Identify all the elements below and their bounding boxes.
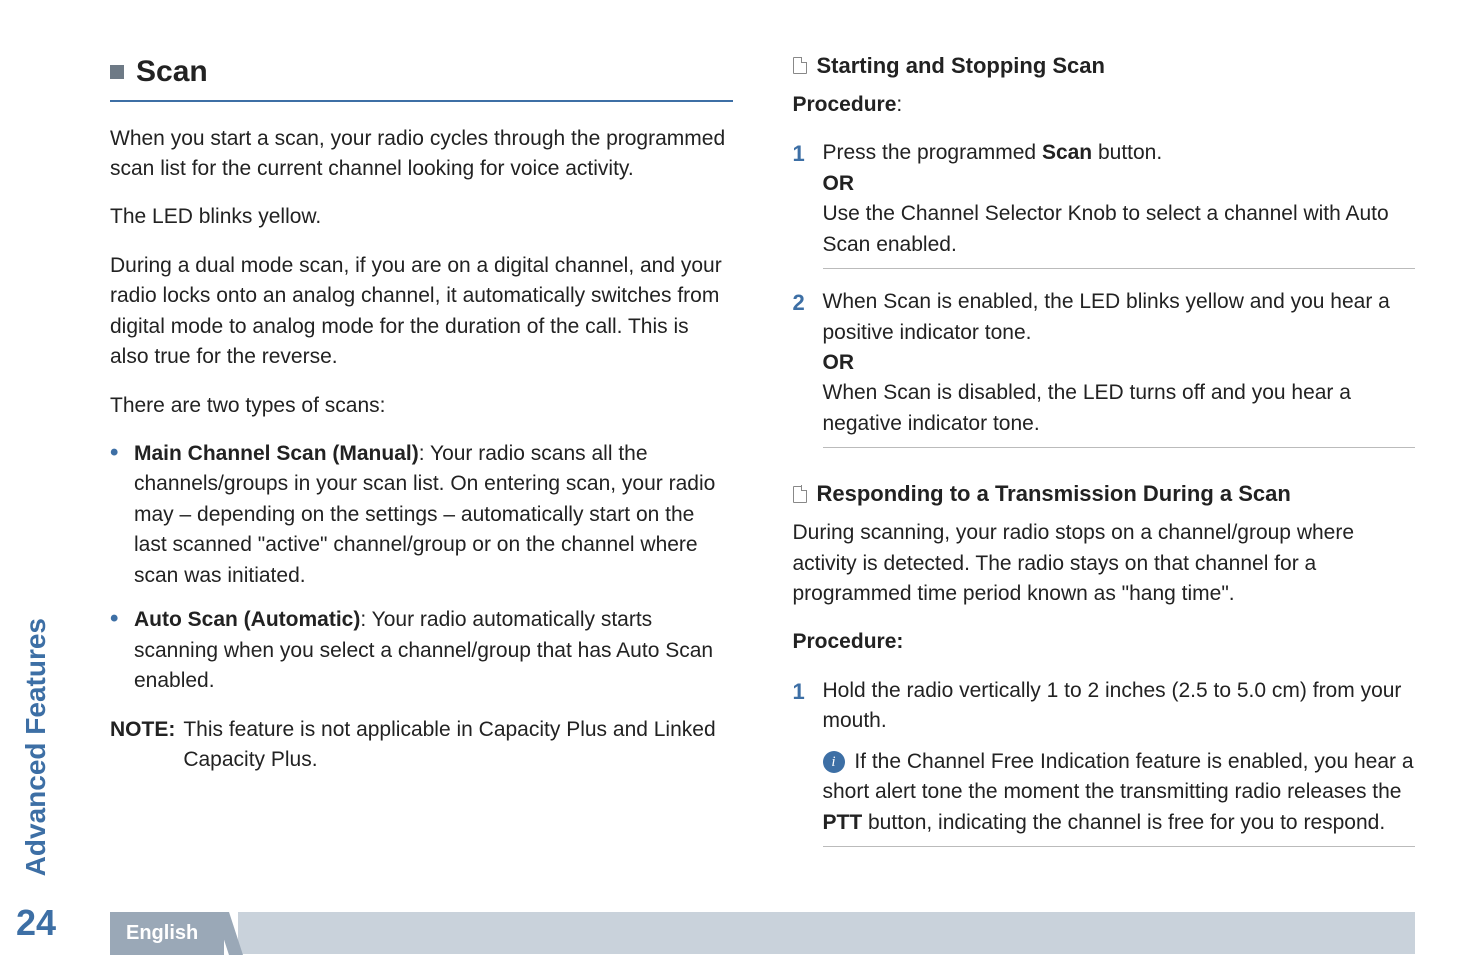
step-text: Use the Channel Selector Knob to select …: [823, 202, 1389, 255]
subsection-row: Starting and Stopping Scan: [793, 50, 1416, 82]
step-number: 2: [793, 287, 805, 319]
paragraph: When you start a scan, your radio cycles…: [110, 124, 733, 185]
list-item: Auto Scan (Automatic): Your radio automa…: [110, 605, 733, 696]
section-title-row: Scan: [110, 50, 733, 94]
page: Advanced Features 24 Scan When you start…: [0, 0, 1475, 954]
left-column: Scan When you start a scan, your radio c…: [110, 50, 733, 894]
step: 1 Hold the radio vertically 1 to 2 inche…: [793, 676, 1416, 855]
footer: English: [60, 912, 1415, 954]
procedure-steps: 1 Press the programmed Scan button. OR U…: [793, 138, 1416, 456]
paragraph: During a dual mode scan, if you are on a…: [110, 251, 733, 373]
note-body: This feature is not applicable in Capaci…: [183, 715, 732, 776]
note-text: button, indicating the channel is free f…: [862, 811, 1385, 834]
step-text: When Scan is enabled, the LED blinks yel…: [823, 290, 1390, 343]
step-number: 1: [793, 676, 805, 708]
bullet-title: Auto Scan (Automatic): [134, 608, 360, 631]
language-tab: English: [110, 912, 224, 955]
page-number: 24: [16, 902, 56, 944]
colon: :: [896, 93, 902, 116]
content-columns: Scan When you start a scan, your radio c…: [60, 50, 1415, 894]
paragraph: There are two types of scans:: [110, 391, 733, 421]
document-icon: [793, 57, 807, 74]
square-bullet-icon: [110, 65, 124, 79]
step-text: Hold the radio vertically 1 to 2 inches …: [823, 679, 1402, 732]
paragraph: During scanning, your radio stops on a c…: [793, 518, 1416, 609]
section-title: Scan: [136, 50, 208, 94]
note-label: NOTE:: [110, 715, 175, 776]
scan-word: Scan: [1042, 141, 1092, 164]
list-item: Main Channel Scan (Manual): Your radio s…: [110, 439, 733, 591]
procedure-label: Procedure:: [793, 90, 1416, 120]
footer-bar: [238, 912, 1415, 954]
step-divider: [823, 268, 1416, 269]
step-text: Press the programmed: [823, 141, 1042, 164]
right-column: Starting and Stopping Scan Procedure: 1 …: [793, 50, 1416, 894]
ptt-word: PTT: [823, 811, 863, 834]
info-icon: i: [823, 751, 845, 773]
step-text: button.: [1092, 141, 1162, 164]
subsection-title: Starting and Stopping Scan: [817, 50, 1105, 82]
or-label: OR: [823, 172, 855, 195]
procedure-steps-2: 1 Hold the radio vertically 1 to 2 inche…: [793, 676, 1416, 855]
subsection-title: Responding to a Transmission During a Sc…: [817, 478, 1291, 510]
section-label: Advanced Features: [20, 618, 52, 876]
paragraph: The LED blinks yellow.: [110, 202, 733, 232]
document-icon: [793, 486, 807, 503]
info-note: i If the Channel Free Indication feature…: [823, 747, 1416, 838]
scan-types-list: Main Channel Scan (Manual): Your radio s…: [110, 439, 733, 697]
or-label: OR: [823, 351, 855, 374]
note-block: NOTE: This feature is not applicable in …: [110, 715, 733, 776]
title-underline: [110, 100, 733, 102]
step: 1 Press the programmed Scan button. OR U…: [793, 138, 1416, 277]
step-number: 1: [793, 138, 805, 170]
step-text: When Scan is disabled, the LED turns off…: [823, 381, 1351, 434]
subsection-row: Responding to a Transmission During a Sc…: [793, 478, 1416, 510]
sidebar: Advanced Features 24: [18, 0, 54, 954]
step-divider: [823, 447, 1416, 448]
bullet-title: Main Channel Scan (Manual): [134, 442, 419, 465]
note-text: If the Channel Free Indication feature i…: [823, 750, 1414, 803]
procedure-label: Procedure:: [793, 627, 1416, 657]
procedure-word: Procedure: [793, 93, 897, 116]
step-divider: [823, 846, 1416, 847]
step: 2 When Scan is enabled, the LED blinks y…: [793, 287, 1416, 456]
